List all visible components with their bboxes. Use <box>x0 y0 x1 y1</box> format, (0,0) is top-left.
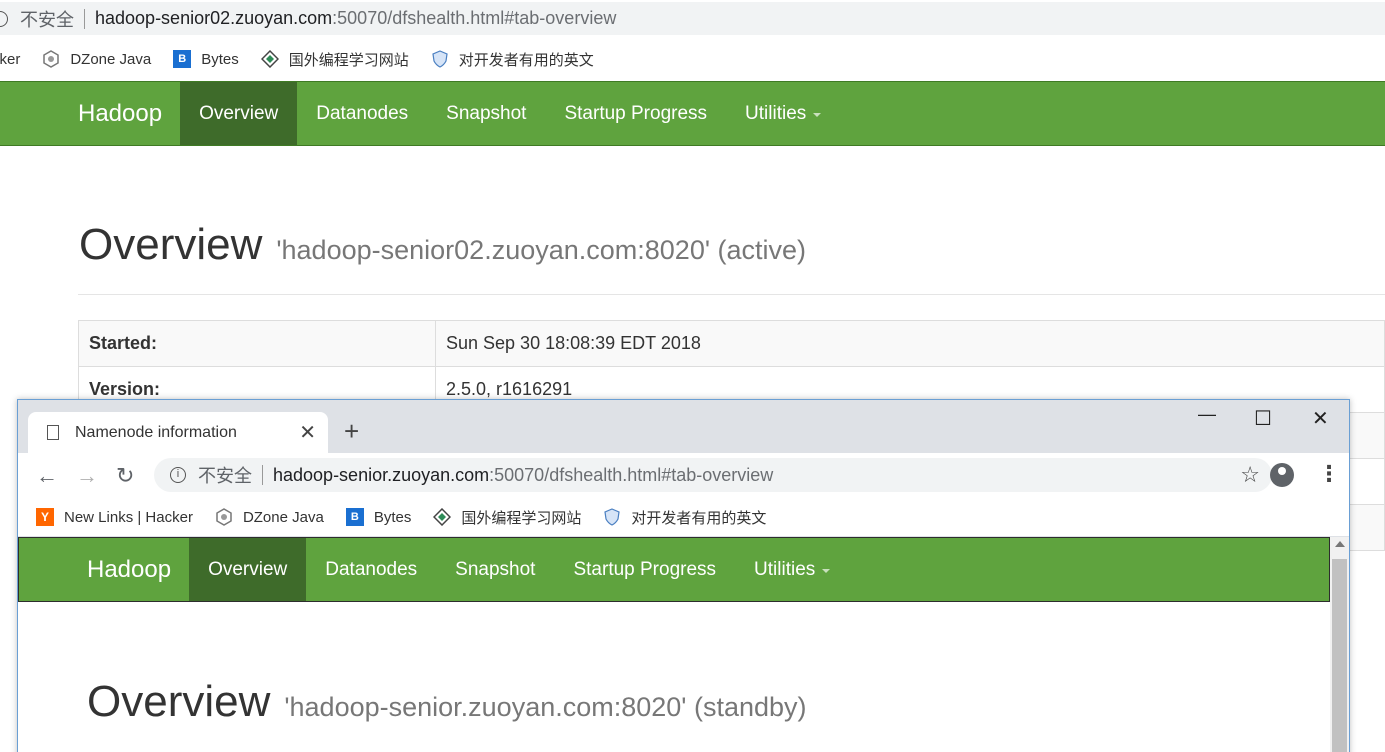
shield-icon <box>431 50 449 68</box>
background-window-address-area: 不安全 hadoop-senior02.zuoyan.com :50070/df… <box>0 0 1385 37</box>
row-value: Sun Sep 30 18:08:39 EDT 2018 <box>435 320 1385 367</box>
page-content: Hadoop Overview Datanodes Snapshot Start… <box>18 537 1349 752</box>
page-title: Overview <box>79 220 263 269</box>
nav-utilities[interactable]: Utilities <box>726 82 840 145</box>
foreground-browser-window: Namenode information ✕ + — ☐ ✕ ← → ↻ i 不… <box>17 399 1350 752</box>
bookmark-label: 对开发者有用的英文 <box>458 51 594 69</box>
nav-datanodes[interactable]: Datanodes <box>297 82 427 145</box>
nav-overview[interactable]: Overview <box>180 82 298 145</box>
hadoop-brand[interactable]: Hadoop <box>19 538 189 601</box>
tab-namenode-information[interactable]: Namenode information ✕ <box>28 412 328 453</box>
bookmark-dzone-java[interactable]: DZone Java <box>215 508 324 526</box>
url-host: hadoop-senior.zuoyan.com <box>273 464 490 485</box>
bookmark-programming-sites[interactable]: 国外编程学习网站 <box>260 49 409 70</box>
hadoop-navbar: Hadoop Overview Datanodes Snapshot Start… <box>18 537 1330 602</box>
background-address-bar[interactable]: 不安全 hadoop-senior02.zuoyan.com :50070/df… <box>0 2 1385 35</box>
tab-close-icon[interactable]: ✕ <box>299 420 316 445</box>
bookmark-label: Bytes <box>201 50 239 68</box>
bookmark-programming-sites[interactable]: 国外编程学习网站 <box>433 507 581 528</box>
browser-toolbar: ← → ↻ i 不安全 hadoop-senior.zuoyan.com :50… <box>18 453 1349 498</box>
nav-startup-progress[interactable]: Startup Progress <box>554 538 735 601</box>
new-tab-button[interactable]: + <box>344 416 359 447</box>
url-host: hadoop-senior02.zuoyan.com <box>95 8 333 28</box>
nav-datanodes[interactable]: Datanodes <box>306 538 436 601</box>
shield-icon <box>603 508 621 526</box>
nav-utilities-label: Utilities <box>754 558 816 580</box>
dzone-icon <box>215 508 233 526</box>
hadoop-brand[interactable]: Hadoop <box>0 82 180 145</box>
bookmark-label: New Links | Hacker <box>64 508 193 526</box>
back-button[interactable]: ← <box>36 463 58 489</box>
address-separator <box>262 465 263 485</box>
namenode-status: 'hadoop-senior02.zuoyan.com:8020' (activ… <box>276 235 806 265</box>
bookmark-label: 对开发者有用的英文 <box>631 509 767 527</box>
tab-title: Namenode information <box>75 423 237 441</box>
bytes-icon: B <box>345 508 364 526</box>
caret-down-icon <box>822 569 831 573</box>
url-path: :50070/dfshealth.html#tab-overview <box>332 8 617 28</box>
document-icon <box>47 425 59 440</box>
minimize-button[interactable]: — <box>1198 404 1216 425</box>
bookmark-developer-english[interactable]: 对开发者有用的英文 <box>431 49 594 70</box>
bookmark-dzone-java[interactable]: DZone Java <box>42 50 151 68</box>
namenode-status: 'hadoop-senior.zuoyan.com:8020' (standby… <box>284 692 807 722</box>
info-icon[interactable]: i <box>170 467 186 483</box>
url-path: :50070/dfshealth.html#tab-overview <box>489 464 774 485</box>
bytes-icon: B <box>173 50 192 68</box>
bookmark-label: 国外编程学习网站 <box>288 51 409 69</box>
info-icon[interactable] <box>0 10 8 27</box>
nav-overview[interactable]: Overview <box>189 538 307 601</box>
insecure-label: 不安全 <box>20 9 74 30</box>
table-row: Started: Sun Sep 30 18:08:39 EDT 2018 <box>78 320 1385 367</box>
insecure-label: 不安全 <box>198 466 252 486</box>
nav-utilities[interactable]: Utilities <box>735 538 849 601</box>
bookmark-bytes[interactable]: B Bytes <box>345 508 412 526</box>
bookmark-label: Bytes <box>373 508 412 526</box>
bookmark-hacker-news[interactable]: cker <box>0 51 20 68</box>
nav-utilities-label: Utilities <box>745 102 807 124</box>
browser-menu-icon[interactable]: ⋮ <box>1318 461 1340 487</box>
bookmark-label: DZone Java <box>70 50 152 68</box>
nav-snapshot[interactable]: Snapshot <box>436 538 554 601</box>
bookmark-label: 国外编程学习网站 <box>461 509 582 527</box>
scrollbar-thumb[interactable] <box>1332 559 1347 752</box>
maximize-button[interactable]: ☐ <box>1254 406 1272 431</box>
address-separator <box>84 8 85 29</box>
tab-strip: Namenode information ✕ + — ☐ ✕ <box>18 400 1349 453</box>
row-key: Started: <box>78 320 436 367</box>
dzone-icon <box>42 50 60 68</box>
background-page-title: Overview 'hadoop-senior02.zuoyan.com:802… <box>79 220 806 270</box>
bookmark-label: DZone Java <box>242 508 324 526</box>
vertical-scrollbar[interactable] <box>1330 537 1349 752</box>
address-bar[interactable]: i 不安全 hadoop-senior.zuoyan.com :50070/df… <box>154 458 1272 492</box>
bookmarks-bar: Y New Links | Hacker DZone Java B Bytes … <box>18 498 1349 536</box>
bookmark-label: cker <box>0 50 21 68</box>
diamond-icon <box>260 50 279 68</box>
hacker-news-icon: Y <box>36 508 54 526</box>
divider <box>78 294 1385 295</box>
diamond-icon <box>433 508 452 526</box>
background-hadoop-navbar: Hadoop Overview Datanodes Snapshot Start… <box>0 81 1385 146</box>
bookmark-bytes[interactable]: B Bytes <box>173 50 239 68</box>
bookmark-developer-english[interactable]: 对开发者有用的英文 <box>603 507 766 528</box>
reload-button[interactable]: ↻ <box>116 463 134 489</box>
page-title: Overview <box>87 677 271 726</box>
background-bookmarks-bar: cker DZone Java B Bytes 国外编程学习网站 对开发者有用的… <box>0 40 1385 78</box>
nav-snapshot[interactable]: Snapshot <box>427 82 545 145</box>
bookmark-star-icon[interactable]: ☆ <box>1240 462 1260 488</box>
bookmark-hacker-news[interactable]: Y New Links | Hacker <box>36 508 193 526</box>
nav-startup-progress[interactable]: Startup Progress <box>545 82 726 145</box>
profile-avatar-icon[interactable] <box>1270 463 1294 487</box>
scroll-up-arrow-icon[interactable] <box>1335 541 1345 547</box>
window-close-button[interactable]: ✕ <box>1312 406 1329 431</box>
page-heading: Overview 'hadoop-senior.zuoyan.com:8020'… <box>87 677 807 727</box>
caret-down-icon <box>813 113 822 117</box>
forward-button[interactable]: → <box>76 463 98 489</box>
